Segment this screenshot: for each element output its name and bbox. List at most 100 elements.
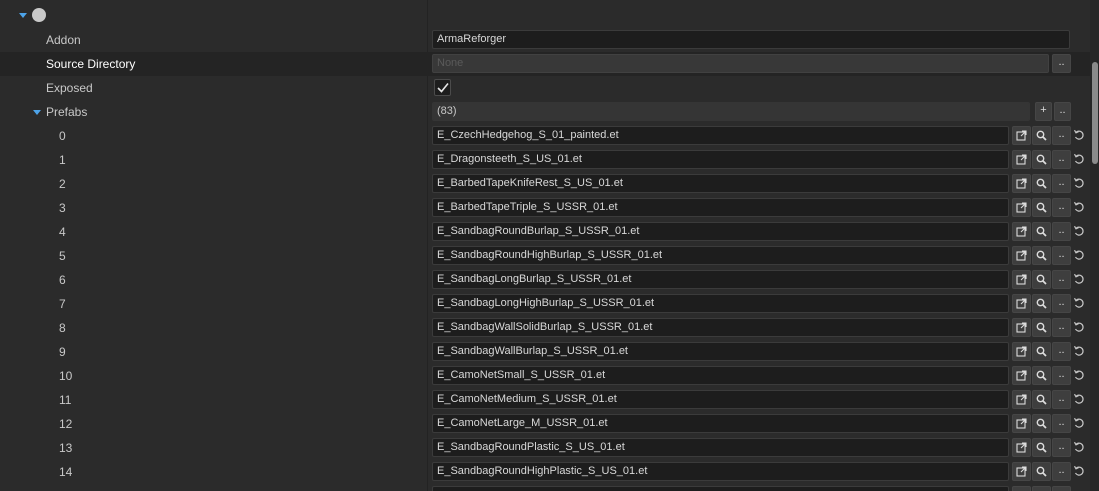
reset-button[interactable]: [1073, 246, 1087, 265]
prefab-field[interactable]: E_CamoNetLarge_M_USSR_01.et: [432, 414, 1009, 433]
exposed-row: Exposed: [0, 76, 1090, 100]
browse-button[interactable]: ..: [1052, 126, 1071, 145]
open-external-button[interactable]: [1012, 222, 1031, 241]
find-button-partial[interactable]: [1032, 486, 1051, 491]
prefab-field[interactable]: E_SandbagRoundHighBurlap_S_USSR_01.et: [432, 246, 1009, 265]
browse-button[interactable]: ..: [1052, 294, 1071, 313]
find-button[interactable]: [1032, 462, 1051, 481]
prefab-field[interactable]: E_SandbagLongBurlap_S_USSR_01.et: [432, 270, 1009, 289]
browse-button[interactable]: ..: [1052, 270, 1071, 289]
open-external-button[interactable]: [1012, 366, 1031, 385]
vertical-scrollbar[interactable]: [1090, 0, 1099, 491]
reset-button[interactable]: [1073, 342, 1087, 361]
open-external-button[interactable]: [1012, 174, 1031, 193]
prefabs-expand-triangle-icon[interactable]: [33, 110, 41, 115]
find-button[interactable]: [1032, 390, 1051, 409]
source-directory-browse-button[interactable]: ..: [1052, 54, 1071, 73]
prefab-field[interactable]: E_CamoNetMedium_S_USSR_01.et: [432, 390, 1009, 409]
reset-button[interactable]: [1073, 222, 1087, 241]
prefab-field[interactable]: E_CzechHedgehog_S_01_painted.et: [432, 126, 1009, 145]
open-external-button[interactable]: [1012, 150, 1031, 169]
prefab-field[interactable]: E_CamoNetSmall_S_USSR_01.et: [432, 366, 1009, 385]
reset-button[interactable]: [1073, 294, 1087, 313]
browse-button[interactable]: ..: [1052, 390, 1071, 409]
find-button[interactable]: [1032, 246, 1051, 265]
find-button[interactable]: [1032, 222, 1051, 241]
reset-button[interactable]: [1073, 126, 1087, 145]
prefab-field[interactable]: E_Dragonsteeth_S_US_01.et: [432, 150, 1009, 169]
prefab-field[interactable]: E_SandbagWallBurlap_S_USSR_01.et: [432, 342, 1009, 361]
open-external-button[interactable]: [1012, 438, 1031, 457]
browse-button[interactable]: ..: [1052, 342, 1071, 361]
reset-arrow-icon: [1073, 225, 1084, 236]
reset-button[interactable]: [1073, 390, 1087, 409]
open-external-button[interactable]: [1012, 390, 1031, 409]
find-button[interactable]: [1032, 366, 1051, 385]
reset-button[interactable]: [1073, 438, 1087, 457]
browse-button[interactable]: ..: [1052, 174, 1071, 193]
reset-button[interactable]: [1073, 150, 1087, 169]
reset-button[interactable]: [1073, 366, 1087, 385]
expand-triangle-icon[interactable]: [19, 13, 27, 18]
find-button[interactable]: [1032, 294, 1051, 313]
entity-header-row[interactable]: [0, 4, 1090, 28]
exposed-checkbox[interactable]: [434, 79, 451, 96]
browse-button[interactable]: ..: [1052, 222, 1071, 241]
reset-button[interactable]: [1073, 318, 1087, 337]
open-external-icon: [1016, 394, 1027, 405]
open-external-button[interactable]: [1012, 342, 1031, 361]
prefab-field[interactable]: E_BarbedTapeKnifeRest_S_US_01.et: [432, 174, 1009, 193]
reset-button[interactable]: [1073, 462, 1087, 481]
browse-button[interactable]: ..: [1052, 318, 1071, 337]
open-external-button[interactable]: [1012, 318, 1031, 337]
magnifier-icon: [1036, 298, 1047, 309]
browse-button[interactable]: ..: [1052, 150, 1071, 169]
browse-button-partial[interactable]: [1052, 486, 1071, 491]
prefab-field[interactable]: E_SandbagRoundBurlap_S_USSR_01.et: [432, 222, 1009, 241]
scrollbar-thumb[interactable]: [1092, 62, 1098, 164]
reset-button[interactable]: [1073, 198, 1087, 217]
find-button[interactable]: [1032, 270, 1051, 289]
browse-button[interactable]: ..: [1052, 462, 1071, 481]
find-button[interactable]: [1032, 150, 1051, 169]
browse-button[interactable]: ..: [1052, 366, 1071, 385]
reset-button-partial[interactable]: [1073, 486, 1087, 491]
prefab-index: 0: [59, 129, 66, 143]
open-external-button[interactable]: [1012, 462, 1031, 481]
find-button[interactable]: [1032, 318, 1051, 337]
open-external-icon: [1016, 178, 1027, 189]
prefab-field[interactable]: E_SandbagRoundHighPlastic_S_US_01.et: [432, 462, 1009, 481]
browse-button[interactable]: ..: [1052, 414, 1071, 433]
addon-field[interactable]: ArmaReforger: [432, 30, 1070, 49]
prefab-field[interactable]: E_SandbagLongHighBurlap_S_USSR_01.et: [432, 294, 1009, 313]
open-external-button[interactable]: [1012, 198, 1031, 217]
reset-button[interactable]: [1073, 414, 1087, 433]
open-external-button[interactable]: [1012, 294, 1031, 313]
prefab-field[interactable]: E_SandbagWallSolidBurlap_S_USSR_01.et: [432, 318, 1009, 337]
find-button[interactable]: [1032, 342, 1051, 361]
prefab-field[interactable]: E_SandbagRoundPlastic_S_US_01.et: [432, 438, 1009, 457]
magnifier-icon: [1036, 202, 1047, 213]
open-button-partial[interactable]: [1012, 486, 1031, 491]
prefabs-more-button[interactable]: ..: [1054, 102, 1071, 121]
find-button[interactable]: [1032, 174, 1051, 193]
open-external-button[interactable]: [1012, 414, 1031, 433]
reset-button[interactable]: [1073, 174, 1087, 193]
open-external-button[interactable]: [1012, 270, 1031, 289]
browse-button[interactable]: ..: [1052, 438, 1071, 457]
open-external-button[interactable]: [1012, 246, 1031, 265]
find-button[interactable]: [1032, 414, 1051, 433]
open-external-button[interactable]: [1012, 126, 1031, 145]
find-button[interactable]: [1032, 126, 1051, 145]
browse-button[interactable]: ..: [1052, 246, 1071, 265]
source-directory-field[interactable]: None: [432, 54, 1049, 73]
prefabs-add-button[interactable]: +: [1035, 102, 1052, 121]
find-button[interactable]: [1032, 438, 1051, 457]
prefab-field-partial[interactable]: [432, 486, 1009, 491]
browse-button[interactable]: ..: [1052, 198, 1071, 217]
prefab-index: 5: [59, 249, 66, 263]
prefab-field[interactable]: E_BarbedTapeTriple_S_USSR_01.et: [432, 198, 1009, 217]
find-button[interactable]: [1032, 198, 1051, 217]
reset-button[interactable]: [1073, 270, 1087, 289]
prefab-index: 2: [59, 177, 66, 191]
